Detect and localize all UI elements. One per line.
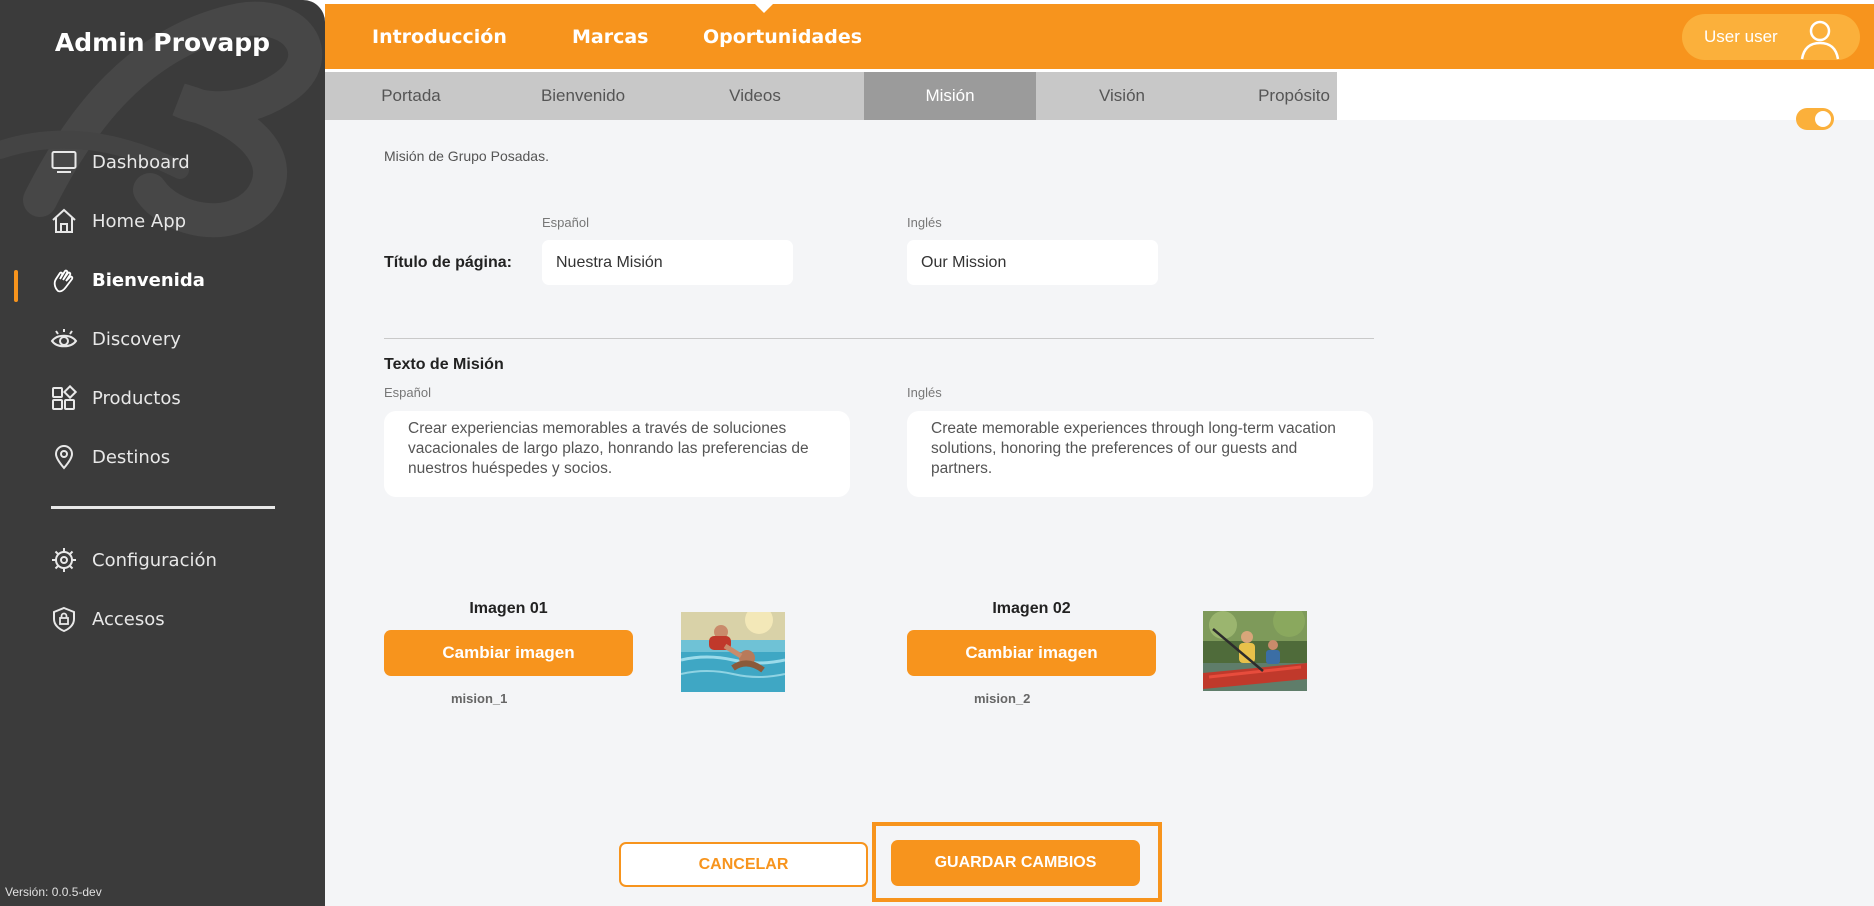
mission-es-textarea[interactable]: Crear experiencias memorables a través d… (384, 411, 850, 497)
image-01-name: mision_1 (451, 691, 508, 706)
tab-marcas[interactable]: Marcas (572, 4, 649, 69)
sidebar-item-label: Destinos (92, 446, 171, 468)
subtab-portada[interactable]: Portada (325, 72, 497, 120)
section-subtitle: Misión de Grupo Posadas. (384, 148, 549, 164)
sidebar: Admin Provapp Dashboard Home App Bienven… (0, 0, 325, 906)
grid-icon (50, 384, 78, 412)
map-pin-icon (50, 443, 78, 471)
tab-oportunidades[interactable]: Oportunidades (703, 4, 862, 69)
home-icon (50, 207, 78, 235)
sidebar-item-configuracion[interactable]: Configuración (50, 540, 290, 580)
version-label: Versión: 0.0.5-dev (5, 885, 102, 899)
sidebar-item-accesos[interactable]: Accesos (50, 599, 290, 639)
text-es-label: Español (384, 385, 431, 400)
sidebar-item-label: Configuración (92, 549, 217, 571)
title-en-label: Inglés (907, 215, 942, 230)
change-image-01-button[interactable]: Cambiar imagen (384, 630, 633, 676)
sidebar-item-dashboard[interactable]: Dashboard (50, 142, 290, 182)
image-02-thumbnail[interactable] (1203, 611, 1307, 691)
sidebar-item-bienvenida[interactable]: Bienvenida (50, 260, 290, 300)
image-01-title: Imagen 01 (469, 600, 548, 617)
user-name: User user (1704, 27, 1778, 46)
title-es-input[interactable]: Nuestra Misión (542, 240, 793, 285)
sidebar-item-productos[interactable]: Productos (50, 378, 290, 418)
top-nav-bar: Introducción Marcas Oportunidades User u… (325, 4, 1874, 69)
waving-hand-icon (50, 266, 78, 294)
sidebar-item-label: Bienvenida (92, 269, 205, 291)
sidebar-item-label: Discovery (92, 328, 181, 350)
page-title-label: Título de página: (384, 254, 512, 271)
image-01-thumbnail[interactable] (681, 612, 785, 692)
change-image-02-button[interactable]: Cambiar imagen (907, 630, 1156, 676)
image-02-title: Imagen 02 (992, 600, 1071, 617)
sidebar-item-label: Accesos (92, 608, 165, 630)
subtab-vision[interactable]: Visión (1036, 72, 1208, 120)
sidebar-item-discovery[interactable]: Discovery (50, 319, 290, 359)
sidebar-item-destinos[interactable]: Destinos (50, 437, 290, 477)
section-divider (384, 338, 1374, 339)
subtab-mision[interactable]: Misión (864, 72, 1036, 120)
cancel-button[interactable]: CANCELAR (619, 842, 868, 887)
main-content: Misión de Grupo Posadas. Español Inglés … (325, 108, 1874, 906)
title-en-input[interactable]: Our Mission (907, 240, 1158, 285)
visibility-toggle[interactable] (1796, 108, 1834, 130)
user-menu-button[interactable]: User user (1682, 14, 1860, 60)
subtab-proposito[interactable]: Propósito (1208, 72, 1380, 120)
subtab-bienvenido[interactable]: Bienvenido (497, 72, 669, 120)
text-en-label: Inglés (907, 385, 942, 400)
brand-title: Admin Provapp (54, 28, 271, 57)
settings-icon (50, 546, 78, 574)
sidebar-item-label: Home App (92, 210, 187, 232)
user-icon (1798, 18, 1842, 65)
monitor-icon (50, 148, 78, 176)
title-es-label: Español (542, 215, 589, 230)
active-indicator (14, 270, 18, 302)
save-changes-button[interactable]: GUARDAR CAMBIOS (891, 840, 1140, 886)
tab-introduccion[interactable]: Introducción (372, 4, 507, 69)
sub-tabs: Portada Bienvenido Videos Misión Visión … (325, 72, 1337, 120)
sidebar-item-label: Productos (92, 387, 181, 409)
eye-icon (50, 325, 78, 353)
sidebar-item-home-app[interactable]: Home App (50, 201, 290, 241)
image-02-name: mision_2 (974, 691, 1031, 706)
sidebar-divider (51, 506, 275, 509)
mission-en-textarea[interactable]: Create memorable experiences through lon… (907, 411, 1373, 497)
sidebar-item-label: Dashboard (92, 151, 190, 173)
mission-text-label: Texto de Misión (384, 356, 504, 373)
shield-lock-icon (50, 605, 78, 633)
subtab-videos[interactable]: Videos (669, 72, 841, 120)
